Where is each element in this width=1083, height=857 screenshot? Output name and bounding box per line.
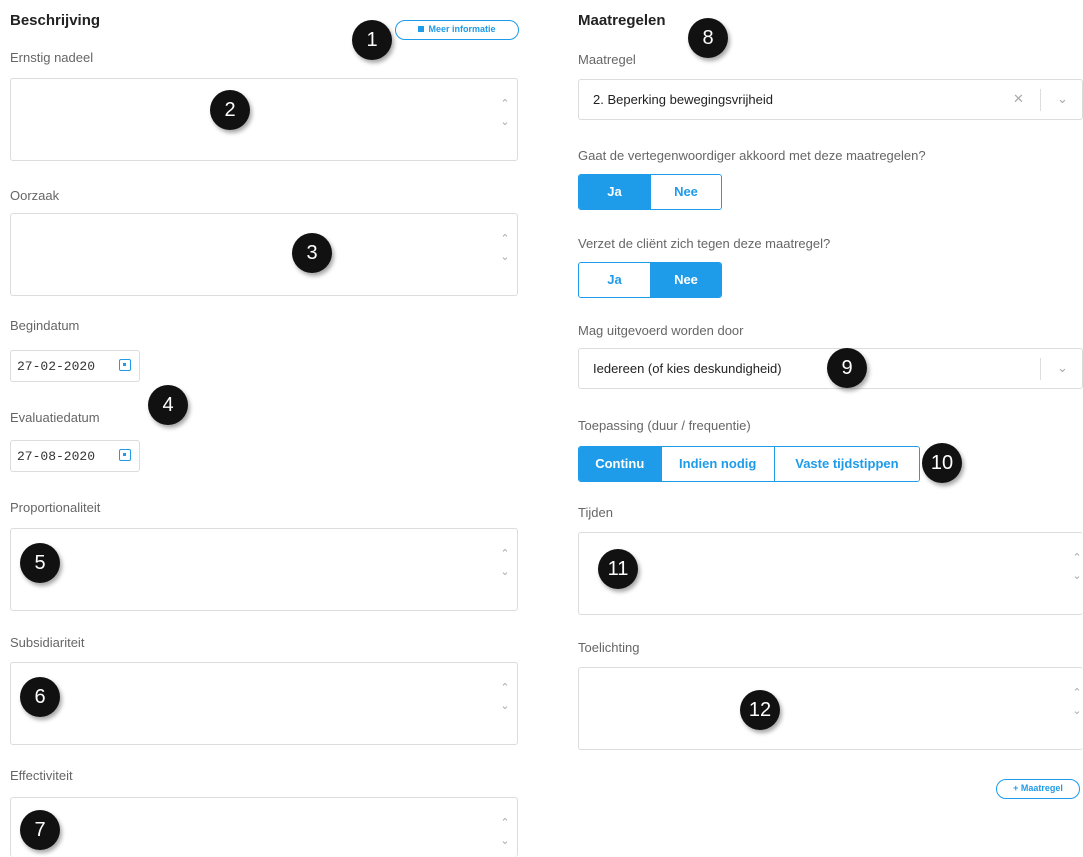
chevron-up-icon: ⌃ xyxy=(1072,552,1082,564)
chevron-down-icon: ⌄ xyxy=(500,700,510,712)
meer-informatie-button[interactable]: Meer informatie xyxy=(395,20,519,40)
callout-badge: 9 xyxy=(827,348,867,388)
section-title-beschrijving: Beschrijving xyxy=(10,12,101,29)
select-divider xyxy=(1040,89,1041,111)
info-icon xyxy=(418,26,425,32)
maatregel-label: Maatregel xyxy=(578,52,636,67)
oorzaak-textarea[interactable]: ⌃ ⌄ xyxy=(10,213,518,296)
calendar-icon[interactable] xyxy=(119,449,131,461)
begindatum-value: 27-02-2020 xyxy=(17,359,96,374)
toepassing-vaste-tijdstippen-option[interactable]: Vaste tijdstippen xyxy=(773,447,919,481)
begindatum-label: Begindatum xyxy=(10,318,80,333)
textarea-spinner[interactable]: ⌃ ⌄ xyxy=(499,818,511,854)
ernstig-nadeel-textarea[interactable]: ⌃ ⌄ xyxy=(10,78,518,161)
callout-badge: 11 xyxy=(598,549,638,589)
uitgevoerd-label: Mag uitgevoerd worden door xyxy=(578,323,744,338)
verzet-ja-option[interactable]: Ja xyxy=(579,263,650,297)
toepassing-toggle[interactable]: Continu Indien nodig Vaste tijdstippen xyxy=(578,446,920,482)
chevron-up-icon: ⌃ xyxy=(500,233,510,245)
evaluatiedatum-label: Evaluatiedatum xyxy=(10,410,100,425)
akkoord-ja-option[interactable]: Ja xyxy=(579,175,650,209)
chevron-down-icon[interactable]: ⌄ xyxy=(1057,360,1068,376)
toelichting-textarea[interactable]: ⌃ ⌄ xyxy=(578,667,1083,750)
callout-badge: 5 xyxy=(20,543,60,583)
textarea-spinner[interactable]: ⌃ ⌄ xyxy=(1071,688,1083,724)
tijden-textarea[interactable]: ⌃ ⌄ xyxy=(578,532,1083,615)
callout-badge: 3 xyxy=(292,233,332,273)
uitgevoerd-value: Iedereen (of kies deskundigheid) xyxy=(593,361,782,376)
clear-icon[interactable]: ✕ xyxy=(1013,91,1024,107)
textarea-spinner[interactable]: ⌃ ⌄ xyxy=(499,683,511,719)
effectiviteit-textarea[interactable]: ⌃ ⌄ xyxy=(10,797,518,857)
evaluatiedatum-input[interactable]: 27-08-2020 xyxy=(10,440,140,472)
textarea-spinner[interactable]: ⌃ ⌄ xyxy=(499,549,511,585)
effectiviteit-label: Effectiviteit xyxy=(10,768,73,783)
textarea-spinner[interactable]: ⌃ ⌄ xyxy=(499,234,511,270)
chevron-up-icon: ⌃ xyxy=(1072,687,1082,699)
proportionaliteit-textarea[interactable]: ⌃ ⌄ xyxy=(10,528,518,611)
select-divider xyxy=(1040,358,1041,380)
chevron-down-icon: ⌄ xyxy=(500,835,510,847)
chevron-down-icon: ⌄ xyxy=(500,566,510,578)
add-maatregel-button[interactable]: + Maatregel xyxy=(996,779,1080,799)
chevron-down-icon: ⌄ xyxy=(1072,705,1082,717)
akkoord-toggle[interactable]: Ja Nee xyxy=(578,174,722,210)
tijden-label: Tijden xyxy=(578,505,613,520)
callout-badge: 12 xyxy=(740,690,780,730)
calendar-icon[interactable] xyxy=(119,359,131,371)
chevron-down-icon: ⌄ xyxy=(1072,570,1082,582)
section-title-maatregelen: Maatregelen xyxy=(578,12,666,29)
maatregel-value: 2. Beperking bewegingsvrijheid xyxy=(593,92,773,107)
toepassing-label: Toepassing (duur / frequentie) xyxy=(578,418,751,433)
subsidiariteit-textarea[interactable]: ⌃ ⌄ xyxy=(10,662,518,745)
toepassing-indien-nodig-option[interactable]: Indien nodig xyxy=(660,447,774,481)
chevron-down-icon[interactable]: ⌄ xyxy=(1057,91,1068,107)
callout-badge: 8 xyxy=(688,18,728,58)
akkoord-question: Gaat de vertegenwoordiger akkoord met de… xyxy=(578,148,926,163)
callout-badge: 1 xyxy=(352,20,392,60)
evaluatiedatum-value: 27-08-2020 xyxy=(17,449,96,464)
verzet-nee-option[interactable]: Nee xyxy=(650,263,721,297)
subsidiariteit-label: Subsidiariteit xyxy=(10,635,85,650)
maatregel-select[interactable]: 2. Beperking bewegingsvrijheid ✕ ⌄ xyxy=(578,79,1083,120)
chevron-down-icon: ⌄ xyxy=(500,116,510,128)
chevron-up-icon: ⌃ xyxy=(500,98,510,110)
callout-badge: 2 xyxy=(210,90,250,130)
textarea-spinner[interactable]: ⌃ ⌄ xyxy=(499,99,511,135)
chevron-up-icon: ⌃ xyxy=(500,548,510,560)
chevron-up-icon: ⌃ xyxy=(500,817,510,829)
begindatum-input[interactable]: 27-02-2020 xyxy=(10,350,140,382)
callout-badge: 6 xyxy=(20,677,60,717)
textarea-spinner[interactable]: ⌃ ⌄ xyxy=(1071,553,1083,589)
callout-badge: 4 xyxy=(148,385,188,425)
oorzaak-label: Oorzaak xyxy=(10,188,60,203)
callout-badge: 7 xyxy=(20,810,60,850)
proportionaliteit-label: Proportionaliteit xyxy=(10,500,101,515)
verzet-question: Verzet de cliënt zich tegen deze maatreg… xyxy=(578,236,831,251)
chevron-down-icon: ⌄ xyxy=(500,251,510,263)
toepassing-continu-option[interactable]: Continu xyxy=(579,447,661,481)
verzet-toggle[interactable]: Ja Nee xyxy=(578,262,722,298)
akkoord-nee-option[interactable]: Nee xyxy=(650,175,721,209)
chevron-up-icon: ⌃ xyxy=(500,682,510,694)
ernstig-nadeel-label: Ernstig nadeel xyxy=(10,50,94,65)
callout-badge: 10 xyxy=(922,443,962,483)
toelichting-label: Toelichting xyxy=(578,640,640,655)
